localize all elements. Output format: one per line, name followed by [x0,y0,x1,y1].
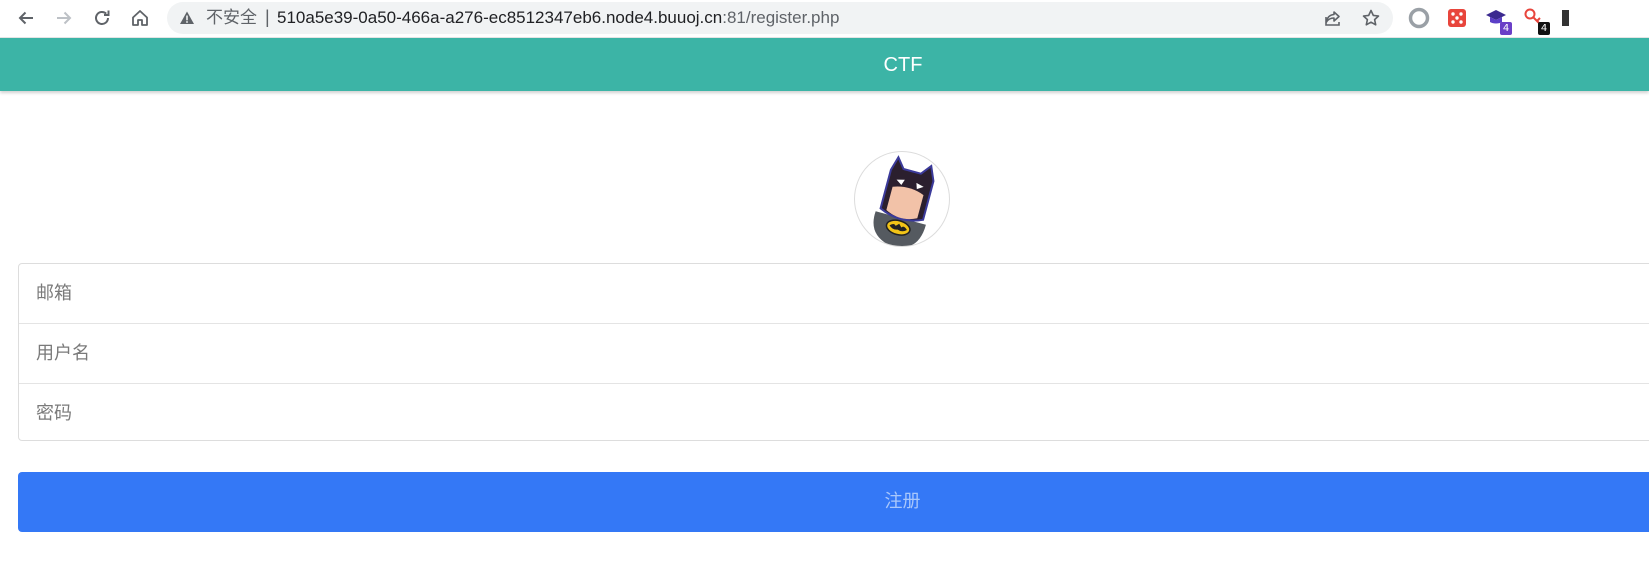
address-bar[interactable]: 不安全 | 510a5e39-0a50-466a-a276-ec8512347e… [167,2,1393,34]
extension-badge-black[interactable]: 4 [1522,6,1550,35]
divider: | [265,7,270,27]
url-text[interactable]: 510a5e39-0a50-466a-a276-ec8512347eb6.nod… [277,9,839,27]
share-icon[interactable] [1323,8,1343,28]
back-arrow-icon[interactable] [13,5,39,31]
username-field-row [19,323,1649,383]
email-field-row [19,264,1649,323]
site-title: CTF [883,54,923,76]
forward-arrow-icon[interactable] [51,5,77,31]
register-button[interactable]: 注册 [18,472,1649,532]
url-host: 510a5e39-0a50-466a-a276-ec8512347eb6.nod… [277,8,723,27]
batman-avatar [854,151,950,247]
circle-extension-icon[interactable] [1407,6,1431,30]
register-form [18,263,1649,442]
browser-toolbar: 不安全 | 510a5e39-0a50-466a-a276-ec8512347e… [0,0,1649,38]
extension-badge-count: 4 [1538,22,1550,35]
username-field[interactable] [19,324,1649,383]
url-path: :81/register.php [722,8,840,27]
bookmark-star-icon[interactable] [1361,8,1381,28]
extension-badge-purple[interactable]: 4 [1484,6,1512,35]
password-field[interactable] [19,384,1649,442]
dice-extension-icon[interactable] [1445,6,1469,30]
more-extension-icon[interactable] [1560,6,1570,30]
home-icon[interactable] [127,5,153,31]
extension-badge-count: 4 [1500,22,1512,35]
password-field-row [19,383,1649,442]
security-label[interactable]: 不安全 [206,9,257,27]
warning-icon[interactable] [179,10,195,26]
register-button-label: 注册 [884,491,921,512]
site-header: CTF [0,38,1649,91]
reload-icon[interactable] [89,5,115,31]
email-field[interactable] [19,264,1649,323]
